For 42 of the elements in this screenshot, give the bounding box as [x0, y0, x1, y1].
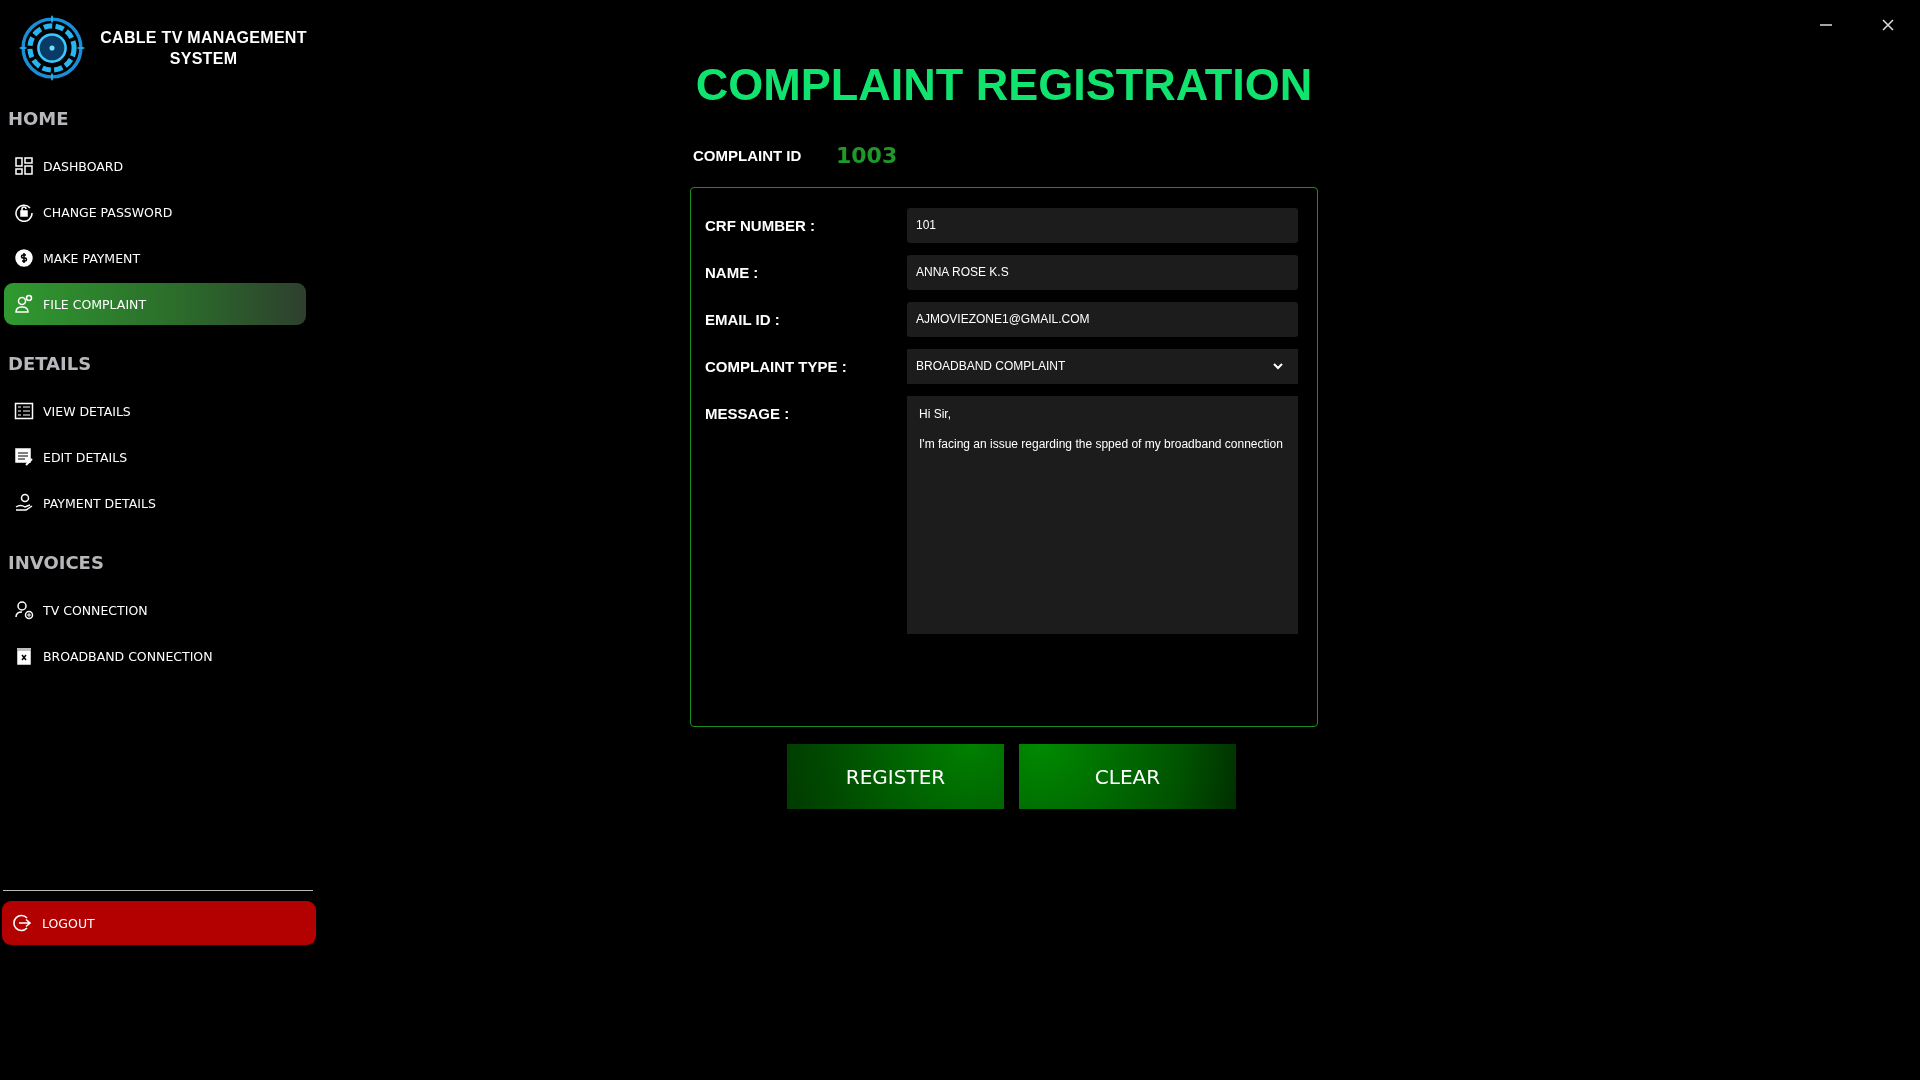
nav-item[interactable]: BROADBAND CONNECTION: [4, 635, 306, 677]
dashboard-icon: [14, 156, 34, 176]
app-title: CABLE TV MANAGEMENT SYSTEM: [99, 28, 308, 69]
hand-icon: [14, 493, 34, 513]
dollar-icon: [14, 248, 34, 268]
list-icon: [14, 401, 34, 421]
logout-button[interactable]: LOGOUT: [2, 901, 316, 945]
close-icon[interactable]: [1882, 19, 1894, 31]
field-label: COMPLAINT TYPE :: [705, 357, 848, 377]
input-field[interactable]: AJMOVIEZONE1@GMAIL.COM: [907, 302, 1298, 337]
complaint-type-dropdown[interactable]: BROADBAND COMPLAINT: [907, 349, 1298, 384]
section-heading: HOME: [7, 107, 70, 131]
nav-item[interactable]: CHANGE PASSWORD: [4, 191, 306, 233]
person-icon: [14, 294, 34, 314]
nav-item[interactable]: EDIT DETAILS: [4, 436, 306, 478]
bin-icon: [14, 646, 34, 666]
nav-item[interactable]: TV CONNECTION: [4, 589, 306, 631]
input-field[interactable]: ANNA ROSE K.S: [907, 255, 1298, 290]
chevron-down-icon: [1273, 363, 1283, 370]
message-field[interactable]: Hi Sir, I'm facing an issue regarding the spped of my broadband connection: [907, 396, 1298, 634]
complaint-id-label: COMPLAINT ID: [693, 146, 803, 164]
page-title: COMPLAINT REGISTRATION: [694, 58, 1314, 112]
edit-icon: [14, 447, 34, 467]
nav-item[interactable]: DASHBOARD: [4, 145, 306, 187]
section-heading: DETAILS: [7, 352, 93, 376]
field-label: NAME :: [705, 263, 760, 283]
nav-item[interactable]: PAYMENT DETAILS: [4, 482, 306, 524]
field-label: CRF NUMBER :: [705, 216, 816, 236]
section-heading: INVOICES: [7, 551, 105, 575]
logo-icon: [18, 14, 86, 82]
field-label: MESSAGE :: [705, 404, 791, 424]
logout-icon: [12, 913, 32, 933]
register-button[interactable]: REGISTER: [787, 744, 1004, 809]
nav-item[interactable]: FILE COMPLAINT: [4, 283, 306, 325]
nav-item[interactable]: VIEW DETAILS: [4, 390, 306, 432]
nav-item[interactable]: MAKE PAYMENT: [4, 237, 306, 279]
lock-icon: [14, 202, 34, 222]
complaint-id-value: 1003: [836, 142, 898, 168]
clear-button[interactable]: CLEAR: [1019, 744, 1236, 809]
input-field[interactable]: 101: [907, 208, 1298, 243]
field-label: EMAIL ID :: [705, 310, 781, 330]
user-add-icon: [14, 600, 34, 620]
